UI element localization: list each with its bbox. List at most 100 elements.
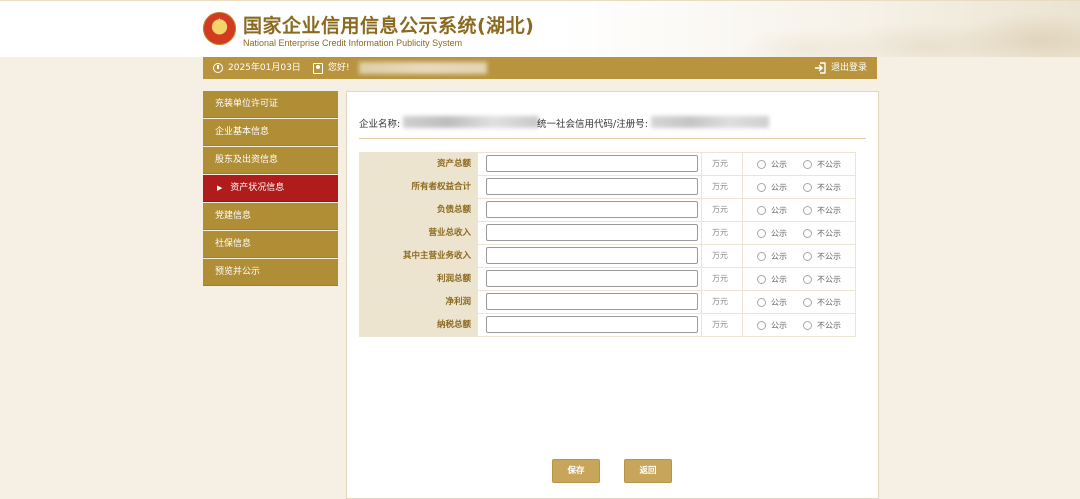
credit-code-label: 统一社会信用代码/注册号: — [537, 119, 648, 130]
not-public-radio[interactable]: 不公示 — [803, 297, 841, 308]
sidebar-item-label: 企业基本信息 — [215, 127, 270, 137]
not-public-label: 不公示 — [817, 182, 841, 192]
public-label: 公示 — [771, 159, 787, 169]
company-name-label: 企业名称: — [359, 119, 401, 130]
public-radio[interactable]: 公示 — [757, 159, 803, 170]
field-label: 营业总收入 — [360, 222, 478, 244]
total-assets-input[interactable] — [486, 155, 698, 172]
sidebar-nav: 充装单位许可证 企业基本信息 股东及出资信息 ▶ 资产状况信息 党建信息 社保信… — [203, 91, 338, 287]
radio-circle-icon — [803, 297, 812, 307]
table-row: 所有者权益合计 万元 公示 不公示 — [360, 176, 856, 199]
not-public-radio[interactable]: 不公示 — [803, 251, 841, 262]
radio-circle-icon — [803, 251, 812, 261]
greeting-text: 您好! — [328, 63, 350, 73]
redacted-company-name — [403, 116, 539, 128]
not-public-radio[interactable]: 不公示 — [803, 274, 841, 285]
radio-circle-icon — [757, 274, 766, 284]
not-public-radio[interactable]: 不公示 — [803, 228, 841, 239]
field-label: 资产总额 — [360, 153, 478, 175]
table-row: 利润总额 万元 公示 不公示 — [360, 268, 856, 291]
sidebar-item-label: 社保信息 — [215, 239, 252, 249]
main-business-revenue-input[interactable] — [486, 247, 698, 264]
public-radio[interactable]: 公示 — [757, 182, 803, 193]
radio-circle-icon — [757, 228, 766, 238]
unit-label: 万元 — [702, 176, 743, 198]
date-display: 2025年01月03日 — [213, 57, 301, 79]
sidebar-item-basic-info[interactable]: 企业基本信息 — [203, 119, 338, 146]
sidebar-item-social-security[interactable]: 社保信息 — [203, 231, 338, 258]
not-public-radio[interactable]: 不公示 — [803, 320, 841, 331]
public-label: 公示 — [771, 274, 787, 284]
public-label: 公示 — [771, 297, 787, 307]
field-label: 其中主营业务收入 — [360, 245, 478, 267]
sidebar-item-party-building[interactable]: 党建信息 — [203, 203, 338, 230]
logout-button[interactable]: 退出登录 — [814, 57, 867, 79]
public-label: 公示 — [771, 251, 787, 261]
radio-circle-icon — [757, 205, 766, 215]
not-public-label: 不公示 — [817, 205, 841, 215]
not-public-radio[interactable]: 不公示 — [803, 182, 841, 193]
table-row: 营业总收入 万元 公示 不公示 — [360, 222, 856, 245]
sidebar-item-shareholders[interactable]: 股东及出资信息 — [203, 147, 338, 174]
main-panel: 企业名称: 统一社会信用代码/注册号: 资产总额 万元 公示 不公示 所有者权益… — [346, 91, 879, 499]
not-public-label: 不公示 — [817, 297, 841, 307]
public-radio[interactable]: 公示 — [757, 228, 803, 239]
sidebar-item-asset-status[interactable]: ▶ 资产状况信息 — [203, 175, 338, 202]
user-greeting: 您好! — [313, 57, 487, 79]
radio-circle-icon — [803, 274, 812, 284]
sidebar-item-label: 充装单位许可证 — [215, 99, 279, 109]
sidebar-item-label: 党建信息 — [215, 211, 252, 221]
owners-equity-input[interactable] — [486, 178, 698, 195]
form-actions: 保存 返回 — [552, 459, 672, 483]
radio-circle-icon — [803, 320, 812, 330]
site-title: 国家企业信用信息公示系统(湖北) — [243, 15, 535, 37]
public-radio[interactable]: 公示 — [757, 274, 803, 285]
logout-icon — [814, 62, 826, 74]
radio-circle-icon — [757, 159, 766, 169]
unit-label: 万元 — [702, 153, 743, 175]
not-public-radio[interactable]: 不公示 — [803, 159, 841, 170]
sidebar-item-filling-license[interactable]: 充装单位许可证 — [203, 91, 338, 118]
radio-circle-icon — [803, 205, 812, 215]
radio-circle-icon — [757, 297, 766, 307]
field-label: 所有者权益合计 — [360, 176, 478, 198]
not-public-label: 不公示 — [817, 159, 841, 169]
unit-label: 万元 — [702, 314, 743, 336]
public-label: 公示 — [771, 228, 787, 238]
unit-label: 万元 — [702, 291, 743, 313]
redacted-username — [358, 62, 487, 74]
public-label: 公示 — [771, 182, 787, 192]
total-liabilities-input[interactable] — [486, 201, 698, 218]
public-radio[interactable]: 公示 — [757, 251, 803, 262]
radio-circle-icon — [803, 228, 812, 238]
asset-form-table: 资产总额 万元 公示 不公示 所有者权益合计 万元 公示 不公示 负债总额 万元… — [359, 152, 856, 337]
public-radio[interactable]: 公示 — [757, 320, 803, 331]
table-row: 资产总额 万元 公示 不公示 — [360, 153, 856, 176]
logout-label: 退出登录 — [830, 63, 867, 73]
total-tax-input[interactable] — [486, 316, 698, 333]
not-public-label: 不公示 — [817, 274, 841, 284]
total-profit-input[interactable] — [486, 270, 698, 287]
radio-circle-icon — [803, 159, 812, 169]
sidebar-item-preview-publish[interactable]: 预览并公示 — [203, 259, 338, 286]
total-revenue-input[interactable] — [486, 224, 698, 241]
net-profit-input[interactable] — [486, 293, 698, 310]
radio-circle-icon — [757, 320, 766, 330]
unit-label: 万元 — [702, 268, 743, 290]
table-row: 纳税总额 万元 公示 不公示 — [360, 314, 856, 337]
field-label: 净利润 — [360, 291, 478, 313]
company-info-row: 企业名称: 统一社会信用代码/注册号: — [359, 116, 866, 139]
table-row: 负债总额 万元 公示 不公示 — [360, 199, 856, 222]
sidebar-item-label: 股东及出资信息 — [215, 155, 279, 165]
sidebar-item-label: 预览并公示 — [215, 267, 261, 277]
save-button[interactable]: 保存 — [552, 459, 600, 483]
radio-circle-icon — [803, 182, 812, 192]
site-header: ★ 国家企业信用信息公示系统(湖北) National Enterprise C… — [0, 0, 1080, 57]
user-icon — [313, 62, 323, 74]
public-radio[interactable]: 公示 — [757, 297, 803, 308]
back-button[interactable]: 返回 — [624, 459, 672, 483]
radio-circle-icon — [757, 251, 766, 261]
field-label: 负债总额 — [360, 199, 478, 221]
not-public-radio[interactable]: 不公示 — [803, 205, 841, 216]
public-radio[interactable]: 公示 — [757, 205, 803, 216]
